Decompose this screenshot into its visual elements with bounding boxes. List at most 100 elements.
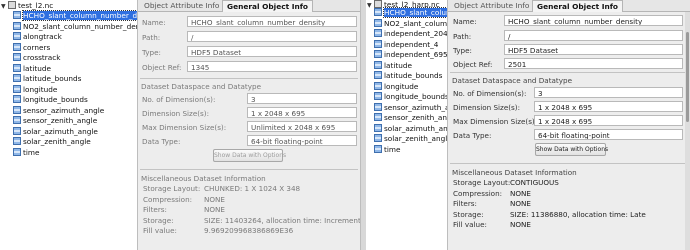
dataset-icon (374, 50, 382, 58)
tab-general-object-info[interactable]: General Object Info (222, 0, 314, 12)
tree-item[interactable]: latitude (374, 60, 447, 71)
tree-item[interactable]: independent_4 (374, 39, 447, 50)
tree-item[interactable]: crosstrack (13, 53, 137, 63)
scrollbar-thumb[interactable] (686, 32, 689, 122)
dataset-icon (374, 123, 382, 132)
dataset-icon (374, 92, 382, 100)
tree-item[interactable]: solar_zenith_angle (13, 137, 137, 147)
tree-item[interactable]: sensor_zenith_angle (13, 116, 137, 126)
show-data-button[interactable]: Show Data with Options (535, 143, 608, 156)
tree-item[interactable]: sensor_azimuth_angle (13, 105, 137, 116)
dataset-icon (13, 126, 21, 135)
tree-item[interactable]: longitude_bounds (13, 95, 137, 105)
object-ref-field[interactable]: 2501 (504, 58, 683, 69)
tree-item-label: corners (23, 42, 51, 52)
dataset-icon (374, 81, 382, 90)
misc-value: NONE (204, 205, 225, 214)
datatype-field[interactable]: 64-bit floating-point (247, 135, 357, 146)
dataset-icon (374, 60, 382, 69)
misc-label: Fill value: (143, 226, 177, 235)
tree-item[interactable]: independent_2048 (374, 29, 447, 39)
tree-item[interactable]: longitude (13, 84, 137, 95)
misc-value: SIZE: 11386880, allocation time: Late (510, 209, 646, 219)
tree-item[interactable]: corners (13, 42, 137, 53)
name-field[interactable]: HCHO_slant_column_number_density (504, 15, 683, 26)
tree-item-label: latitude_bounds (23, 74, 82, 83)
misc-label: Filters: (453, 199, 477, 208)
tree-item[interactable]: longitude_bounds (374, 92, 447, 102)
tab-general-object-info[interactable]: General Object Info (532, 0, 624, 12)
tree-item[interactable]: alongtrack (13, 32, 137, 42)
tree-item-label: sensor_azimuth_angle (23, 105, 105, 115)
tree-item-label: longitude_bounds (23, 95, 88, 104)
path-label: Path: (453, 32, 472, 41)
maxdims-label: Max Dimension Size(s): (142, 123, 227, 132)
tree-item[interactable]: solar_azimuth_ang (374, 123, 447, 134)
tree-item[interactable]: sensor_zenith_angl (374, 113, 447, 123)
dataset-icon (13, 105, 21, 114)
tab-object-attribute-info[interactable]: Object Attribute Info (140, 0, 223, 12)
dataset-icon (374, 8, 382, 16)
misc-label: Fill value: (453, 220, 487, 229)
tree-item-label: latitude (23, 63, 51, 73)
type-field[interactable]: HDF5 Dataset (504, 44, 683, 55)
maxdims-field[interactable]: Unlimited x 2048 x 695 (247, 121, 357, 132)
dataset-icon (13, 11, 21, 19)
path-field[interactable]: / (504, 30, 683, 41)
tab-object-attribute-info[interactable]: Object Attribute Info (450, 0, 533, 12)
tree-item[interactable]: NO2_slant_column_number_density (13, 21, 137, 32)
dataset-icon (374, 134, 382, 142)
tree-item[interactable]: independent_695 (374, 50, 447, 60)
left-detail-panel: Object Attribute Info General Object Inf… (138, 0, 360, 250)
show-data-button[interactable]: Show Data with Options (213, 149, 286, 162)
tree-item-label: longitude (23, 84, 58, 94)
tree-item[interactable]: HCHO_slant_colum (374, 7, 447, 18)
tree-item[interactable]: longitude (374, 81, 447, 92)
dataset-icon (374, 102, 382, 111)
path-field[interactable]: / (187, 31, 357, 42)
tree-root-file[interactable]: ▼ test_l2.nc (1, 1, 53, 11)
dims-label: Dimension Size(s): (142, 109, 210, 118)
vertical-scrollbar[interactable] (685, 12, 690, 250)
object-ref-label: Object Ref: (142, 63, 182, 72)
type-field[interactable]: HDF5 Dataset (187, 46, 357, 57)
tree-item-label: sensor_zenith_angle (23, 116, 98, 125)
tree-item[interactable]: NO2_slant_colum (374, 18, 447, 29)
triangle-down-icon[interactable]: ▼ (1, 2, 8, 12)
ndims-field[interactable]: 3 (247, 93, 357, 104)
dataset-icon (374, 18, 382, 27)
datatype-field[interactable]: 64-bit floating-point (534, 129, 683, 140)
maxdims-field[interactable]: 1 x 2048 x 695 (534, 115, 683, 126)
object-ref-label: Object Ref: (453, 60, 493, 69)
tree-item[interactable]: latitude_bounds (374, 71, 447, 81)
tree-item-label: independent_695 (384, 50, 447, 59)
misc-value: NONE (510, 199, 531, 208)
dims-field[interactable]: 1 x 2048 x 695 (534, 101, 683, 112)
right-tree-panel: ▼ test_l2_harp.nc HCHO_slant_colum NO2_sla… (366, 0, 447, 250)
tree-item[interactable]: latitude (13, 63, 137, 74)
tree-item[interactable]: sensor_azimuth_an (374, 102, 447, 113)
dataset-icon (374, 144, 382, 153)
tree-item[interactable]: solar_zenith_angle (374, 134, 447, 144)
name-field[interactable]: HCHO_slant_column_number_density (187, 16, 357, 27)
object-ref-field[interactable]: 1345 (187, 61, 357, 72)
tree-item-label: HCHO_slant_colum (382, 7, 447, 18)
tree-item-label: HCHO_slant_column_number_density (21, 10, 137, 21)
maxdims-label: Max Dimension Size(s): (453, 117, 538, 126)
misc-value: NONE (510, 188, 531, 198)
separator (140, 78, 358, 79)
triangle-down-icon[interactable]: ▼ (367, 1, 374, 11)
ndims-field[interactable]: 3 (534, 87, 683, 98)
misc-label: Storage: (453, 209, 484, 219)
dataset-icon (13, 147, 21, 156)
name-label: Name: (142, 18, 166, 27)
tree-item[interactable]: latitude_bounds (13, 74, 137, 84)
dims-field[interactable]: 1 x 2048 x 695 (247, 107, 357, 118)
tree-item[interactable]: HCHO_slant_column_number_density (13, 10, 137, 21)
tree-item-label: NO2_slant_column_number_density (23, 21, 137, 31)
tree-item[interactable]: time (374, 144, 447, 155)
tree-item[interactable]: time (13, 147, 137, 158)
separator (450, 163, 688, 164)
separator (450, 72, 688, 73)
tree-item[interactable]: solar_azimuth_angle (13, 126, 137, 137)
